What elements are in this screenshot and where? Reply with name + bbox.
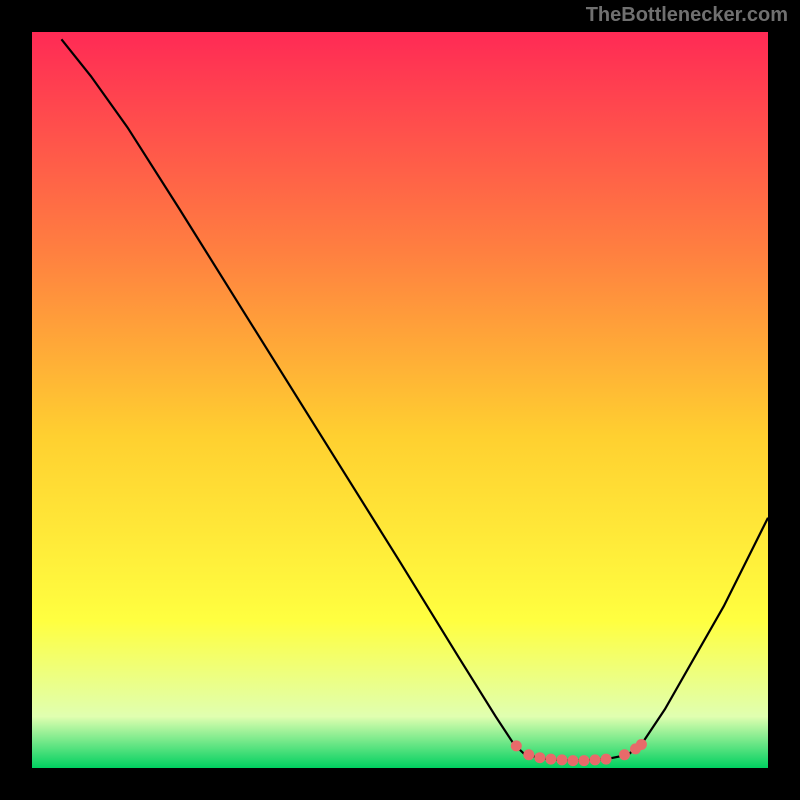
data-marker (567, 755, 578, 766)
data-marker (601, 754, 612, 765)
watermark-text: TheBottlenecker.com (586, 4, 788, 27)
data-marker (636, 739, 647, 750)
data-marker (511, 740, 522, 751)
data-marker (534, 752, 545, 763)
data-marker (579, 755, 590, 766)
data-marker (619, 749, 630, 760)
data-marker (590, 754, 601, 765)
bottleneck-chart (32, 32, 768, 768)
chart-container: TheBottlenecker.com (0, 0, 800, 800)
data-marker (545, 754, 556, 765)
gradient-background (32, 32, 768, 768)
data-marker (523, 749, 534, 760)
data-marker (556, 754, 567, 765)
plot-area (32, 32, 768, 768)
